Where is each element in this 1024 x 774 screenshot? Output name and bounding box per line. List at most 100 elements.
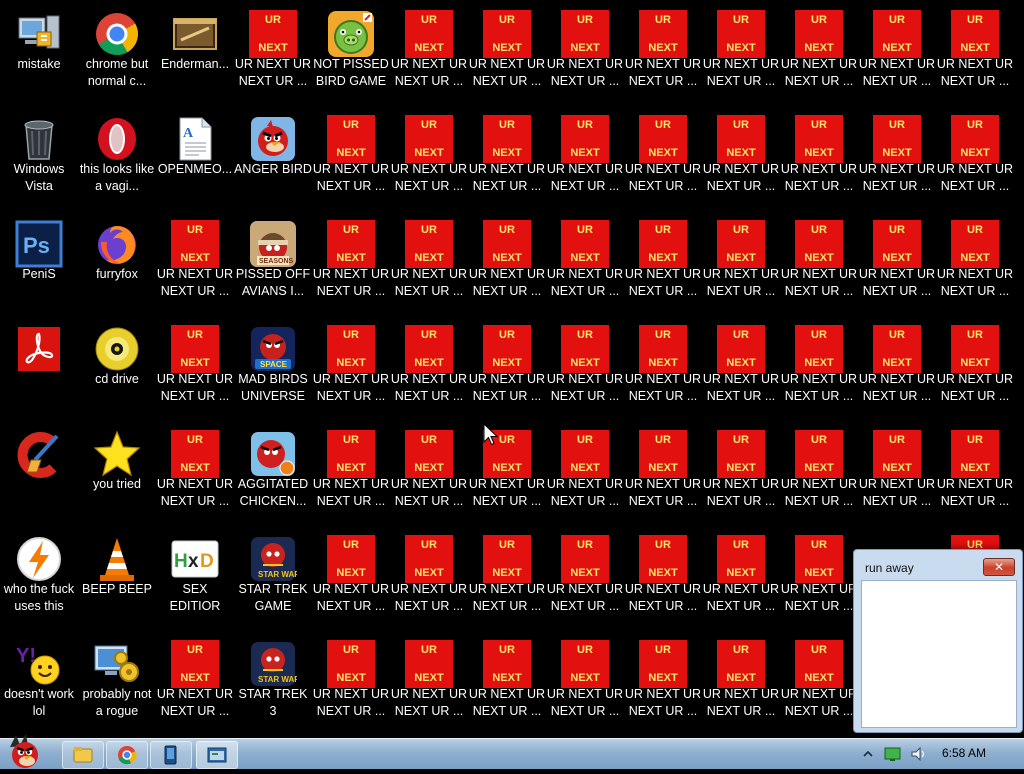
ur-next-desktop-icon[interactable]: URNEXTUR NEXT UR NEXT UR ... <box>780 214 858 318</box>
ur-next-desktop-icon[interactable]: URNEXTUR NEXT UR NEXT UR ... <box>624 4 702 108</box>
ur-next-desktop-icon[interactable]: URNEXTUR NEXT UR NEXT UR ... <box>624 319 702 423</box>
desktop-icon[interactable]: chrome but normal c... <box>78 4 156 108</box>
ur-next-desktop-icon[interactable]: URNEXTUR NEXT UR NEXT UR ... <box>624 214 702 318</box>
ur-next-desktop-icon[interactable]: URNEXTUR NEXT UR NEXT UR ... <box>858 424 936 528</box>
ur-next-desktop-icon[interactable]: URNEXTUR NEXT UR NEXT UR ... <box>624 109 702 213</box>
ur-next-desktop-icon[interactable]: URNEXTUR NEXT UR NEXT UR ... <box>780 4 858 108</box>
desktop-icon[interactable]: STAR WARS STAR TREK GAME <box>234 529 312 633</box>
running-window-taskbar-button[interactable] <box>196 741 238 769</box>
ur-next-desktop-icon[interactable]: URNEXTUR NEXT UR NEXT UR ... <box>936 319 1014 423</box>
ur-next-desktop-icon[interactable]: URNEXTUR NEXT UR NEXT UR ... <box>390 634 468 738</box>
ur-next-desktop-icon[interactable]: URNEXTUR NEXT UR NEXT UR ... <box>858 4 936 108</box>
ur-next-desktop-icon[interactable]: URNEXTUR NEXT UR NEXT UR ... <box>156 424 234 528</box>
desktop-icon[interactable]: SPACE MAD BIRDS UNIVERSE <box>234 319 312 423</box>
ur-next-desktop-icon[interactable]: URNEXTUR NEXT UR NEXT UR ... <box>234 4 312 108</box>
desktop-icon[interactable]: mistake <box>0 4 78 108</box>
desktop-icon[interactable]: who the fuck uses this <box>0 529 78 633</box>
ur-next-desktop-icon[interactable]: URNEXTUR NEXT UR NEXT UR ... <box>546 529 624 633</box>
ur-next-desktop-icon[interactable]: URNEXTUR NEXT UR NEXT UR ... <box>624 634 702 738</box>
ur-next-desktop-icon[interactable]: URNEXTUR NEXT UR NEXT UR ... <box>468 109 546 213</box>
ur-next-desktop-icon[interactable]: URNEXTUR NEXT UR NEXT UR ... <box>858 214 936 318</box>
ur-next-desktop-icon[interactable]: URNEXTUR NEXT UR NEXT UR ... <box>546 319 624 423</box>
volume-icon[interactable] <box>910 746 928 762</box>
ur-next-desktop-icon[interactable]: URNEXTUR NEXT UR NEXT UR ... <box>702 319 780 423</box>
desktop-icon[interactable]: cd drive <box>78 319 156 423</box>
ur-next-desktop-icon[interactable]: URNEXTUR NEXT UR NEXT UR ... <box>780 109 858 213</box>
ur-next-desktop-icon[interactable]: URNEXTUR NEXT UR NEXT UR ... <box>702 634 780 738</box>
ur-next-icon: URNEXT <box>717 325 765 373</box>
ur-next-desktop-icon[interactable]: URNEXTUR NEXT UR NEXT UR ... <box>702 424 780 528</box>
ur-next-desktop-icon[interactable]: URNEXTUR NEXT UR NEXT UR ... <box>390 319 468 423</box>
explorer-taskbar-button[interactable] <box>62 741 104 769</box>
ur-next-desktop-icon[interactable]: URNEXTUR NEXT UR NEXT UR ... <box>624 529 702 633</box>
ur-next-desktop-icon[interactable]: URNEXTUR NEXT UR NEXT UR ... <box>468 529 546 633</box>
ur-next-desktop-icon[interactable]: URNEXTUR NEXT UR NEXT UR ... <box>546 214 624 318</box>
ur-next-desktop-icon[interactable]: URNEXTUR NEXT UR NEXT UR ... <box>936 109 1014 213</box>
desktop-icon[interactable]: Y! doesn't work lol <box>0 634 78 738</box>
chrome-taskbar-button[interactable] <box>106 741 148 769</box>
ur-next-desktop-icon[interactable]: URNEXTUR NEXT UR NEXT UR ... <box>702 529 780 633</box>
ur-next-desktop-icon[interactable]: URNEXTUR NEXT UR NEXT UR ... <box>780 319 858 423</box>
desktop-icon[interactable] <box>0 319 78 423</box>
ur-next-desktop-icon[interactable]: URNEXTUR NEXT UR NEXT UR ... <box>390 424 468 528</box>
ur-next-desktop-icon[interactable]: URNEXTUR NEXT UR NEXT UR ... <box>390 4 468 108</box>
desktop-icon[interactable]: probably not a rogue <box>78 634 156 738</box>
ur-next-desktop-icon[interactable]: URNEXTUR NEXT UR NEXT UR ... <box>936 214 1014 318</box>
ur-next-desktop-icon[interactable]: URNEXTUR NEXT UR NEXT UR ... <box>546 109 624 213</box>
ur-next-desktop-icon[interactable]: URNEXTUR NEXT UR NEXT UR ... <box>312 214 390 318</box>
ur-next-desktop-icon[interactable]: URNEXTUR NEXT UR NEXT UR ... <box>312 634 390 738</box>
desktop-icon[interactable]: this looks like a vagi... <box>78 109 156 213</box>
ur-next-desktop-icon[interactable]: URNEXTUR NEXT UR NEXT UR ... <box>390 109 468 213</box>
ur-next-desktop-icon[interactable]: URNEXTUR NEXT UR NEXT UR ... <box>624 424 702 528</box>
window-close-button[interactable]: ✕ <box>983 558 1015 576</box>
ur-next-desktop-icon[interactable]: URNEXTUR NEXT UR NEXT UR ... <box>312 319 390 423</box>
ur-next-desktop-icon[interactable]: URNEXTUR NEXT UR NEXT UR ... <box>468 424 546 528</box>
ur-next-desktop-icon[interactable]: URNEXTUR NEXT UR NEXT UR ... <box>858 109 936 213</box>
desktop-icon[interactable]: ANGER BIRD <box>234 109 312 213</box>
desktop-icon[interactable]: Windows Vista <box>0 109 78 213</box>
ur-next-desktop-icon[interactable]: URNEXTUR NEXT UR NEXT UR ... <box>702 4 780 108</box>
ur-next-desktop-icon[interactable]: URNEXTUR NEXT UR NEXT UR ... <box>312 529 390 633</box>
desktop-icon[interactable]: NOT PISSED BIRD GAME <box>312 4 390 108</box>
ur-next-desktop-icon[interactable]: URNEXTUR NEXT UR NEXT UR ... <box>780 529 858 633</box>
ur-next-desktop-icon[interactable]: URNEXTUR NEXT UR NEXT UR ... <box>312 424 390 528</box>
ur-next-desktop-icon[interactable]: URNEXTUR NEXT UR NEXT UR ... <box>156 214 234 318</box>
show-hidden-icons-chevron-icon[interactable] <box>862 748 874 760</box>
ur-next-desktop-icon[interactable]: URNEXTUR NEXT UR NEXT UR ... <box>702 109 780 213</box>
desktop-icon[interactable]: you tried <box>78 424 156 528</box>
ur-next-desktop-icon[interactable]: URNEXTUR NEXT UR NEXT UR ... <box>468 214 546 318</box>
phone-app-taskbar-button[interactable] <box>150 741 192 769</box>
desktop-icon-label: UR NEXT UR NEXT UR ... <box>936 162 1014 193</box>
run-away-window[interactable]: run away ✕ <box>853 549 1023 733</box>
desktop-icon[interactable]: Enderman... <box>156 4 234 108</box>
ur-next-desktop-icon[interactable]: URNEXTUR NEXT UR NEXT UR ... <box>156 634 234 738</box>
ur-next-desktop-icon[interactable]: URNEXTUR NEXT UR NEXT UR ... <box>780 634 858 738</box>
desktop-icon[interactable]: SEASONS PISSED OFF AVIANS I... <box>234 214 312 318</box>
desktop-icon[interactable]: furryfox <box>78 214 156 318</box>
ur-next-desktop-icon[interactable]: URNEXTUR NEXT UR NEXT UR ... <box>468 4 546 108</box>
ur-next-desktop-icon[interactable]: URNEXTUR NEXT UR NEXT UR ... <box>546 424 624 528</box>
ur-next-desktop-icon[interactable]: URNEXTUR NEXT UR NEXT UR ... <box>936 4 1014 108</box>
network-icon[interactable] <box>884 746 902 762</box>
ur-next-desktop-icon[interactable]: URNEXTUR NEXT UR NEXT UR ... <box>390 214 468 318</box>
start-button[interactable] <box>2 733 48 769</box>
desktop-icon[interactable]: Hx D SEX EDITIOR <box>156 529 234 633</box>
desktop-icon[interactable]: AGGITATED CHICKEN... <box>234 424 312 528</box>
clock[interactable]: 6:58 AM <box>942 746 986 760</box>
ur-next-desktop-icon[interactable]: URNEXTUR NEXT UR NEXT UR ... <box>468 634 546 738</box>
ur-next-desktop-icon[interactable]: URNEXTUR NEXT UR NEXT UR ... <box>858 319 936 423</box>
ur-next-desktop-icon[interactable]: URNEXTUR NEXT UR NEXT UR ... <box>702 214 780 318</box>
ur-next-desktop-icon[interactable]: URNEXTUR NEXT UR NEXT UR ... <box>390 529 468 633</box>
ur-next-desktop-icon[interactable]: URNEXTUR NEXT UR NEXT UR ... <box>156 319 234 423</box>
desktop-icon[interactable]: BEEP BEEP <box>78 529 156 633</box>
desktop-icon[interactable]: A OPENMEO... <box>156 109 234 213</box>
ur-next-desktop-icon[interactable]: URNEXTUR NEXT UR NEXT UR ... <box>468 319 546 423</box>
ur-next-desktop-icon[interactable]: URNEXTUR NEXT UR NEXT UR ... <box>546 4 624 108</box>
ur-next-desktop-icon[interactable]: URNEXTUR NEXT UR NEXT UR ... <box>780 424 858 528</box>
desktop-icon[interactable]: STAR WARS STAR TREK 3 <box>234 634 312 738</box>
ur-next-desktop-icon[interactable]: URNEXTUR NEXT UR NEXT UR ... <box>546 634 624 738</box>
ur-next-desktop-icon[interactable]: URNEXTUR NEXT UR NEXT UR ... <box>312 109 390 213</box>
desktop-icon[interactable]: Ps PeniS <box>0 214 78 318</box>
ur-next-desktop-icon[interactable]: URNEXTUR NEXT UR NEXT UR ... <box>936 424 1014 528</box>
desktop-icon[interactable] <box>0 424 78 528</box>
